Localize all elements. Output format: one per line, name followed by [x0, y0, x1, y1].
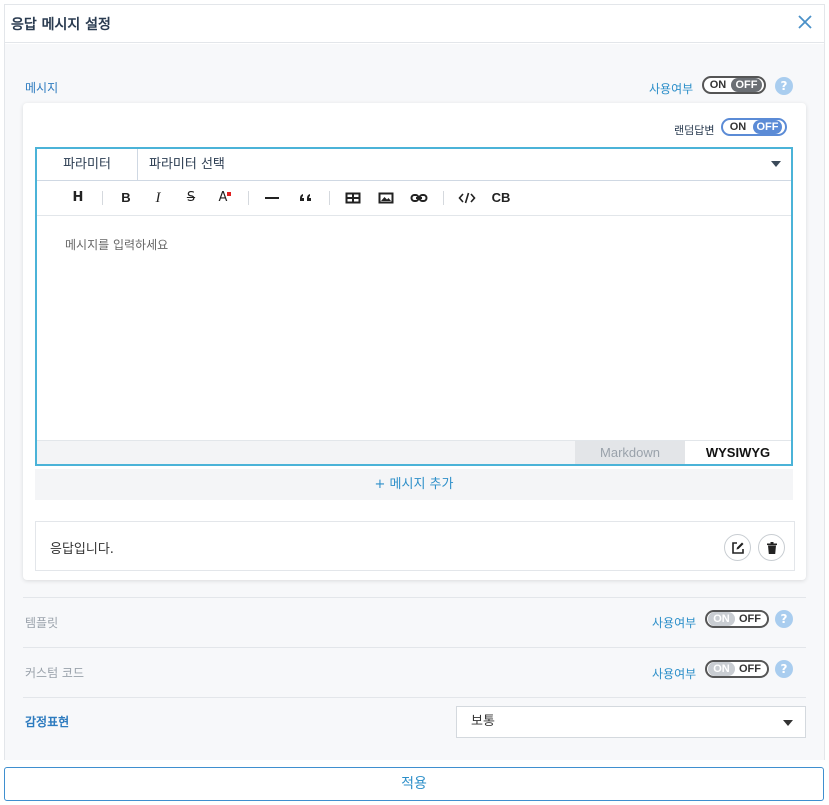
section-divider: [23, 697, 806, 698]
section-divider: [23, 647, 806, 648]
toggle-on-label: ON: [729, 121, 747, 133]
close-icon[interactable]: [796, 13, 814, 31]
message-help-icon[interactable]: ?: [775, 77, 793, 95]
trash-icon[interactable]: [758, 534, 785, 561]
text-color-button[interactable]: A: [215, 189, 235, 207]
editor-mode-bar: Markdown WYSIWYG: [37, 440, 791, 464]
image-icon[interactable]: [376, 189, 396, 207]
horizontal-rule-icon[interactable]: [262, 189, 282, 207]
blockquote-icon[interactable]: [296, 189, 316, 207]
message-placeholder: 메시지를 입력하세요: [65, 238, 169, 252]
custom-code-use-label: 사용여부: [652, 667, 697, 681]
message-card: 랜덤답변 ON OFF 파라미터 파라미터 선택 H B I S A CB 메시…: [23, 103, 806, 580]
message-list-item: 응답입니다.: [35, 521, 795, 571]
editor-toolbar: H B I S A CB: [37, 181, 791, 216]
message-use-label: 사용여부: [649, 82, 694, 96]
toggle-on-label: ON: [708, 662, 735, 676]
italic-button[interactable]: I: [148, 189, 168, 207]
dialog-title: 응답 메시지 설정: [11, 17, 111, 33]
markdown-mode-tab[interactable]: Markdown: [575, 441, 685, 464]
parameter-label: 파라미터: [37, 149, 138, 180]
toolbar-divider: [248, 191, 249, 205]
toggle-on-label: ON: [709, 79, 727, 91]
inline-code-icon[interactable]: [457, 189, 477, 207]
table-icon[interactable]: [343, 189, 363, 207]
template-help-icon[interactable]: ?: [775, 610, 793, 628]
toggle-off-label: OFF: [731, 78, 762, 92]
color-swatch-icon: [227, 192, 232, 196]
apply-button[interactable]: 적용: [4, 767, 824, 801]
wysiwyg-mode-tab[interactable]: WYSIWYG: [685, 441, 791, 464]
edit-icon[interactable]: [724, 534, 751, 561]
message-item-text: 응답입니다.: [50, 542, 114, 557]
dialog-header: 응답 메시지 설정: [5, 5, 824, 43]
parameter-select[interactable]: 파라미터 선택: [149, 149, 225, 180]
heading-button[interactable]: H: [68, 189, 88, 207]
toggle-off-label: OFF: [753, 120, 782, 134]
caret-down-icon: [783, 720, 793, 726]
parameter-row: 파라미터 파라미터 선택: [37, 149, 791, 181]
custom-code-use-toggle[interactable]: ON OFF: [705, 660, 769, 678]
random-answer-toggle[interactable]: ON OFF: [721, 118, 787, 136]
toolbar-divider: [102, 191, 103, 205]
strikethrough-button[interactable]: S: [181, 189, 201, 207]
caret-down-icon[interactable]: [771, 161, 781, 167]
custom-code-section-label: 커스텀 코드: [25, 666, 85, 680]
toggle-off-label: OFF: [739, 663, 761, 675]
toolbar-divider: [329, 191, 330, 205]
custom-code-help-icon[interactable]: ?: [775, 660, 793, 678]
section-divider: [23, 597, 806, 598]
add-message-button[interactable]: + 메시지 추가: [35, 469, 793, 500]
text-color-label: A: [218, 190, 228, 205]
template-section-label: 템플릿: [25, 616, 59, 630]
bold-button[interactable]: B: [116, 189, 136, 207]
emotion-select[interactable]: 보통: [456, 706, 806, 738]
message-section-label: 메시지: [25, 81, 59, 95]
message-editor: 파라미터 파라미터 선택 H B I S A CB 메시지를 입력하세요 Mar…: [35, 147, 793, 466]
emotion-section-label: 감정표현: [25, 715, 70, 729]
random-answer-label: 랜덤답변: [674, 124, 715, 137]
template-use-label: 사용여부: [652, 616, 697, 630]
toggle-off-label: OFF: [739, 613, 761, 625]
link-icon[interactable]: [409, 189, 429, 207]
code-block-button[interactable]: CB: [489, 189, 513, 207]
template-use-toggle[interactable]: ON OFF: [705, 610, 769, 628]
toolbar-divider: [443, 191, 444, 205]
message-use-toggle[interactable]: ON OFF: [702, 76, 766, 94]
emotion-selected-value: 보통: [471, 714, 495, 729]
dialog-body: 메시지 사용여부 ON OFF ? 랜덤답변 ON OFF 파라미터 파라미터 …: [5, 44, 824, 760]
message-text-area[interactable]: 메시지를 입력하세요: [37, 217, 791, 441]
response-message-dialog: 응답 메시지 설정 메시지 사용여부 ON OFF ? 랜덤답변 ON OFF …: [4, 4, 825, 760]
toggle-on-label: ON: [708, 612, 735, 626]
